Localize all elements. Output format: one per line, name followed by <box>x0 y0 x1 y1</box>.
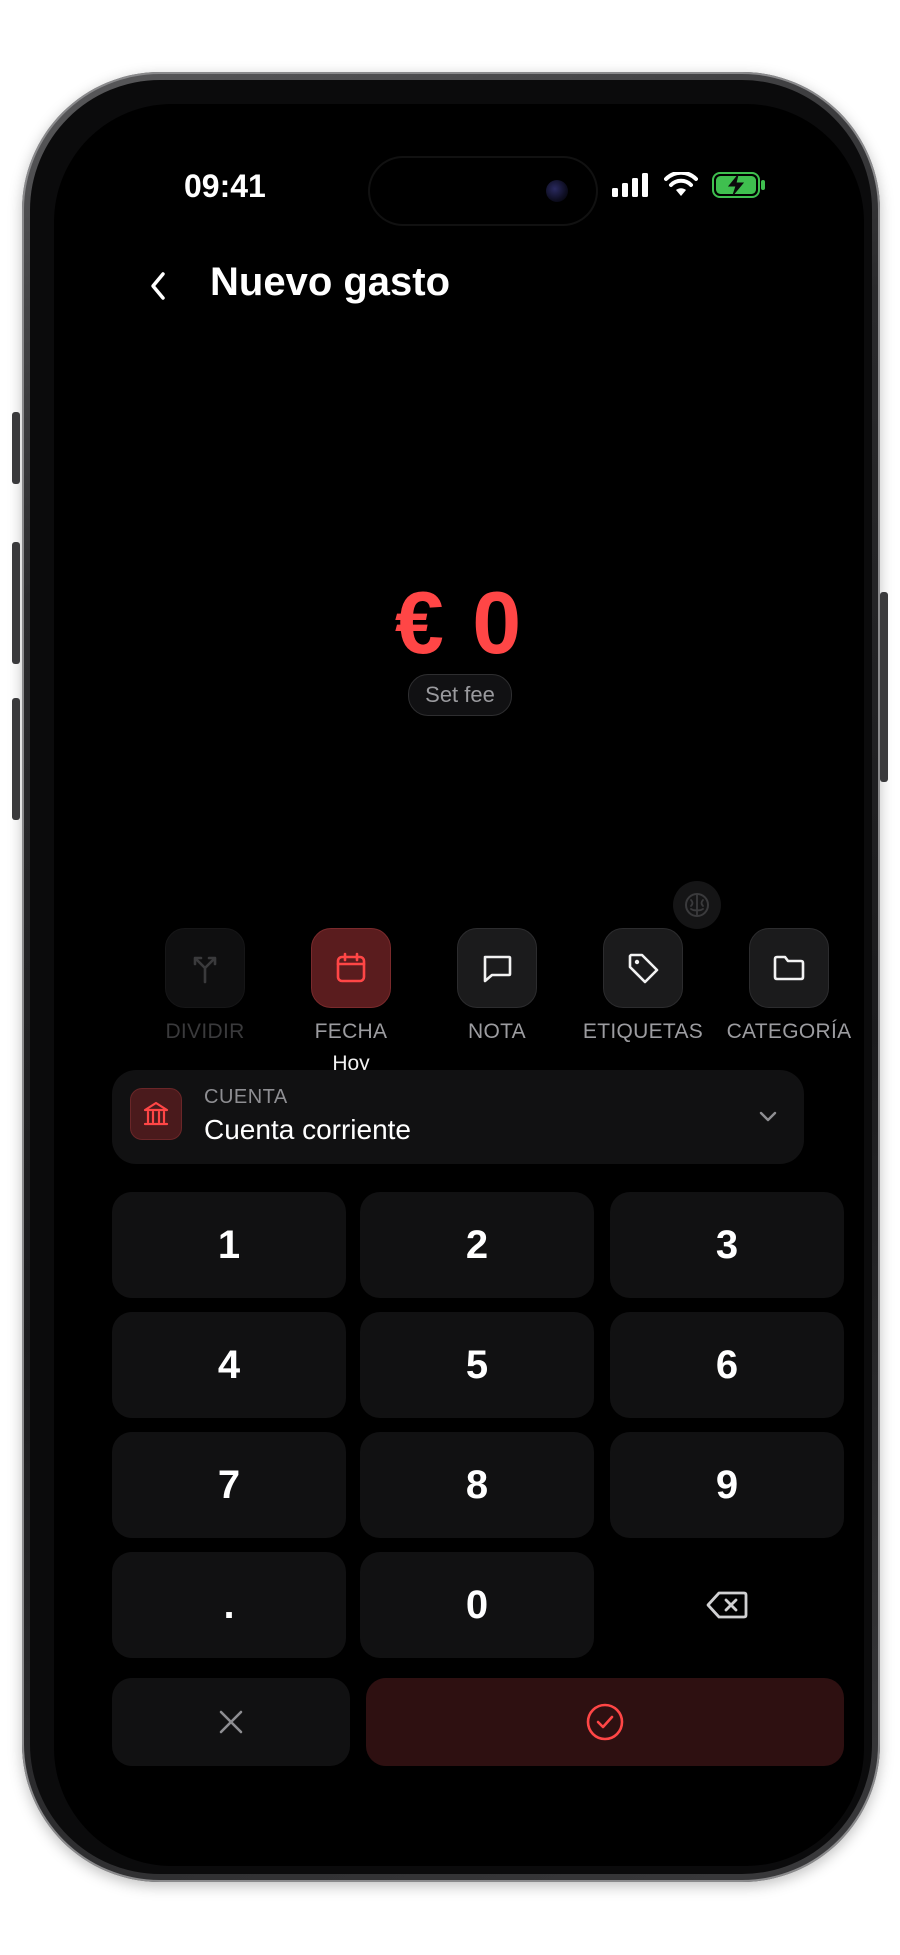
volume-up-button <box>12 542 20 664</box>
phone-frame: 09:41 Nuevo gasto € 0 Set fee DIVIDIR FE… <box>12 72 888 1882</box>
action-dividir-label: DIVIDIR <box>165 1020 245 1043</box>
set-fee-button[interactable]: Set fee <box>408 674 512 716</box>
action-etiquetas-label: ETIQUETAS <box>582 1020 704 1043</box>
key-8[interactable]: 8 <box>360 1432 594 1538</box>
key-5[interactable]: 5 <box>360 1312 594 1418</box>
bezel: 09:41 Nuevo gasto € 0 Set fee DIVIDIR FE… <box>30 80 872 1874</box>
key-0[interactable]: 0 <box>360 1552 594 1658</box>
action-fecha-label: FECHA <box>314 1020 388 1043</box>
screen: 09:41 Nuevo gasto € 0 Set fee DIVIDIR FE… <box>54 104 864 1866</box>
calendar-icon <box>336 952 366 983</box>
key-decimal[interactable]: . <box>112 1552 346 1658</box>
volume-down-button <box>12 698 20 820</box>
action-categoria-box[interactable] <box>749 928 829 1008</box>
power-button <box>880 592 888 782</box>
account-value: Cuenta corriente <box>204 1114 412 1145</box>
cancel-button[interactable] <box>112 1678 350 1766</box>
check-circle-icon <box>586 1703 624 1741</box>
action-fecha-box[interactable] <box>311 928 391 1008</box>
tag-icon <box>628 953 659 984</box>
action-categoria-label: CATEGORÍA <box>726 1020 852 1043</box>
page-title: Nuevo gasto <box>210 260 451 304</box>
action-nota-box[interactable] <box>457 928 537 1008</box>
chevron-down-icon <box>752 1100 784 1132</box>
battery-charging-icon <box>712 172 765 198</box>
signal-icon <box>612 173 648 197</box>
account-label: CUENTA <box>204 1086 288 1108</box>
key-4[interactable]: 4 <box>112 1312 346 1418</box>
key-6[interactable]: 6 <box>610 1312 844 1418</box>
key-7[interactable]: 7 <box>112 1432 346 1538</box>
key-1[interactable]: 1 <box>112 1192 346 1298</box>
status-icons <box>612 172 766 198</box>
account-selector[interactable]: CUENTA Cuenta corriente <box>112 1070 804 1164</box>
backspace-button[interactable] <box>610 1552 844 1658</box>
key-2[interactable]: 2 <box>360 1192 594 1298</box>
action-fecha[interactable]: FECHA Hoy <box>276 928 426 1076</box>
chevron-left-icon <box>151 272 165 300</box>
back-button[interactable] <box>138 264 178 308</box>
brain-icon <box>685 893 709 917</box>
confirm-button[interactable] <box>366 1678 844 1766</box>
key-3[interactable]: 3 <box>610 1192 844 1298</box>
key-9[interactable]: 9 <box>610 1432 844 1538</box>
close-icon <box>219 1710 243 1734</box>
action-etiquetas[interactable]: ETIQUETAS <box>568 928 718 1044</box>
action-nota[interactable]: NOTA <box>422 928 572 1044</box>
ai-assist-button[interactable] <box>673 881 721 929</box>
action-dividir[interactable]: DIVIDIR <box>130 928 280 1044</box>
message-icon <box>483 955 512 983</box>
camera-icon <box>546 180 568 202</box>
action-etiquetas-box[interactable] <box>603 928 683 1008</box>
folder-icon <box>773 955 805 981</box>
backspace-icon <box>706 1591 748 1619</box>
action-categoria[interactable]: CATEGORÍA <box>714 928 864 1044</box>
split-icon <box>193 956 217 984</box>
dynamic-island <box>368 156 598 226</box>
bank-icon <box>130 1088 182 1140</box>
action-nota-label: NOTA <box>468 1020 526 1043</box>
amount-display: € 0 <box>394 573 524 672</box>
action-dividir-box[interactable] <box>165 928 245 1008</box>
status-time: 09:41 <box>184 168 266 204</box>
wifi-icon <box>664 172 698 196</box>
action-button <box>12 412 20 484</box>
